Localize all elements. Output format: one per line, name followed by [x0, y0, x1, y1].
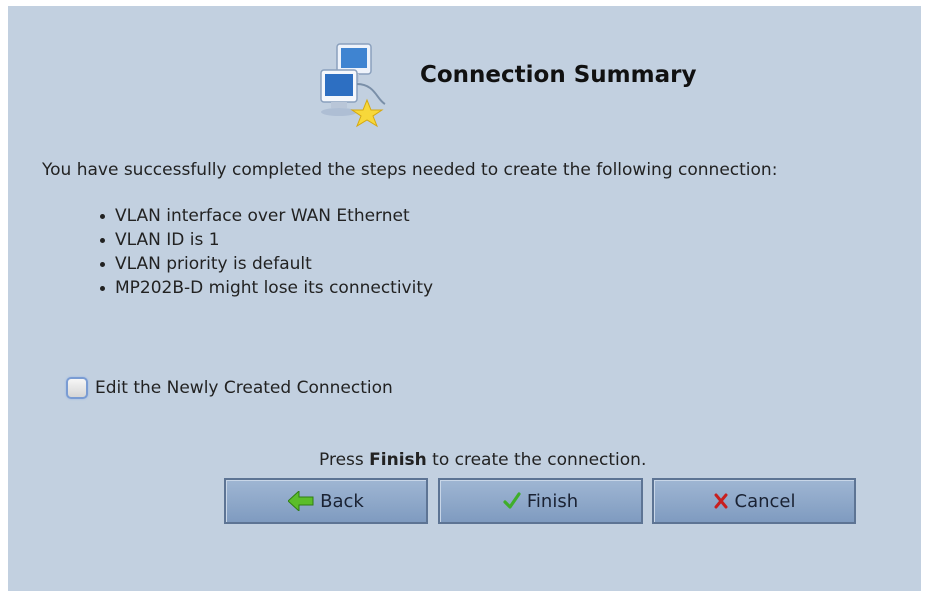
list-item: VLAN ID is 1 — [96, 228, 433, 252]
back-arrow-icon — [288, 491, 314, 511]
back-button[interactable]: Back — [224, 478, 428, 524]
cancel-button-label: Cancel — [734, 490, 796, 512]
list-item: VLAN priority is default — [96, 252, 433, 276]
instruction-suffix: to create the connection. — [426, 450, 647, 470]
finish-instruction: Press Finish to create the connection. — [319, 450, 646, 470]
edit-connection-label: Edit the Newly Created Connection — [95, 378, 393, 398]
list-item: VLAN interface over WAN Ethernet — [96, 204, 433, 228]
connection-summary-list: VLAN interface over WAN Ethernet VLAN ID… — [96, 204, 433, 300]
checkmark-icon — [503, 492, 521, 509]
page-title: Connection Summary — [420, 62, 697, 88]
list-item: MP202B-D might lose its connectivity — [96, 276, 433, 300]
red-x-icon — [714, 493, 727, 509]
finish-button[interactable]: Finish — [438, 478, 643, 524]
instruction-prefix: Press — [319, 450, 370, 470]
instruction-emphasis: Finish — [369, 450, 427, 470]
finish-button-label: Finish — [526, 490, 579, 512]
summary-intro-text: You have successfully completed the step… — [42, 160, 778, 180]
back-button-label: Back — [320, 490, 364, 512]
wizard-panel: Connection Summary You have successfully… — [8, 6, 921, 591]
edit-connection-option[interactable]: Edit the Newly Created Connection — [66, 374, 393, 402]
network-computers-star-icon — [320, 43, 386, 128]
page-header: Connection Summary — [315, 40, 815, 130]
edit-connection-checkbox[interactable] — [66, 377, 88, 399]
cancel-button[interactable]: Cancel — [652, 478, 856, 524]
